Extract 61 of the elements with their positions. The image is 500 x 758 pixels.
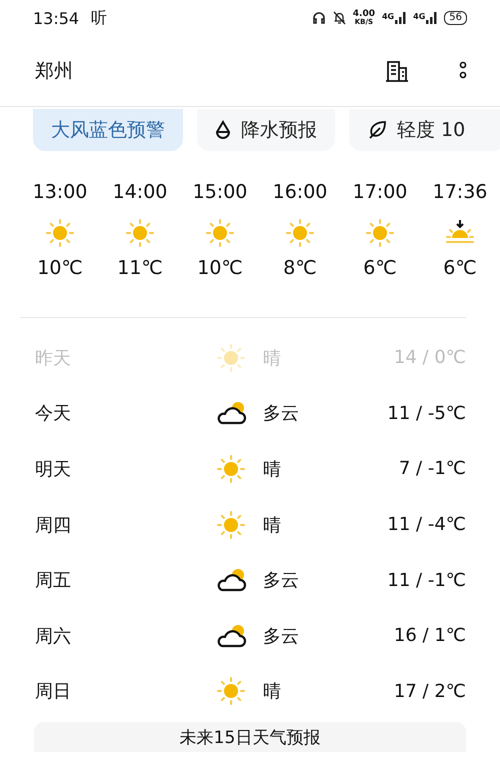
hour-temp: 10℃ (37, 257, 83, 279)
hour-temp: 10℃ (197, 257, 243, 279)
network-speed: 4.00 (352, 10, 375, 18)
hour-temp: 6℃ (363, 257, 397, 279)
hour-time: 17:36 (432, 181, 488, 203)
condition-label: 多云 (262, 569, 300, 592)
hour-temp: 6℃ (443, 257, 477, 279)
day-label: 周五 (35, 569, 72, 592)
sun-icon (216, 676, 246, 706)
hour-temp: 11℃ (117, 257, 163, 279)
app-indicator: 听 (91, 8, 108, 28)
day-label: 今天 (35, 402, 72, 426)
more-icon[interactable] (459, 61, 467, 81)
hour-time: 15:00 (192, 181, 248, 203)
battery-level: 56 (444, 11, 467, 25)
network-type: 4G (413, 12, 426, 21)
day-label: 昨天 (35, 346, 72, 370)
temperature-range: 11 / -4℃ (387, 514, 466, 536)
temperature-range: 16 / 1℃ (394, 625, 466, 646)
status-time: 13:54 (33, 8, 80, 28)
signal-icon (395, 12, 406, 24)
warning-chip[interactable]: 大风蓝色预警 (33, 109, 183, 151)
leaf-icon (367, 120, 387, 140)
day-label: 周四 (35, 514, 72, 537)
headphones-icon (312, 11, 326, 25)
sun-icon (285, 218, 315, 248)
temperature-range: 11 / -1℃ (387, 570, 466, 591)
building-icon[interactable] (385, 59, 409, 83)
temperature-range: 11 / -5℃ (387, 402, 466, 424)
sun-icon (216, 454, 246, 484)
sun-icon (45, 218, 75, 248)
drop-icon (215, 120, 231, 140)
network-type: 4G (382, 12, 394, 21)
temperature-range: 14 / 0℃ (394, 347, 466, 368)
bell-off-icon (332, 11, 346, 25)
rain-chip[interactable]: 降水预报 (197, 109, 335, 151)
hour-time: 17:00 (352, 181, 408, 203)
city-title: 郑州 (35, 59, 73, 84)
sun-icon (205, 218, 235, 248)
day-label: 明天 (35, 458, 72, 481)
sun-icon (216, 342, 246, 373)
day-label: 周六 (35, 624, 72, 648)
condition-label: 晴 (262, 458, 282, 481)
sun-icon (216, 510, 246, 540)
signal-icon (426, 12, 438, 24)
sun-icon (125, 218, 155, 248)
hour-time: 13:00 (32, 181, 88, 203)
air-chip[interactable]: 轻度 10 (349, 109, 500, 151)
temperature-range: 7 / -1℃ (398, 458, 466, 480)
forecast-button[interactable]: 未来15日天气预报 (34, 722, 466, 752)
hour-time: 14:00 (112, 181, 168, 203)
temperature-range: 17 / 2℃ (394, 680, 466, 702)
day-label: 周日 (35, 680, 72, 704)
condition-label: 晴 (262, 680, 282, 704)
sun-icon (365, 218, 395, 248)
hour-time: 16:00 (272, 181, 328, 203)
condition-label: 多云 (262, 624, 300, 648)
hour-temp: 8℃ (283, 257, 317, 279)
condition-label: 晴 (262, 346, 282, 370)
condition-label: 晴 (262, 514, 282, 537)
condition-label: 多云 (262, 402, 300, 426)
